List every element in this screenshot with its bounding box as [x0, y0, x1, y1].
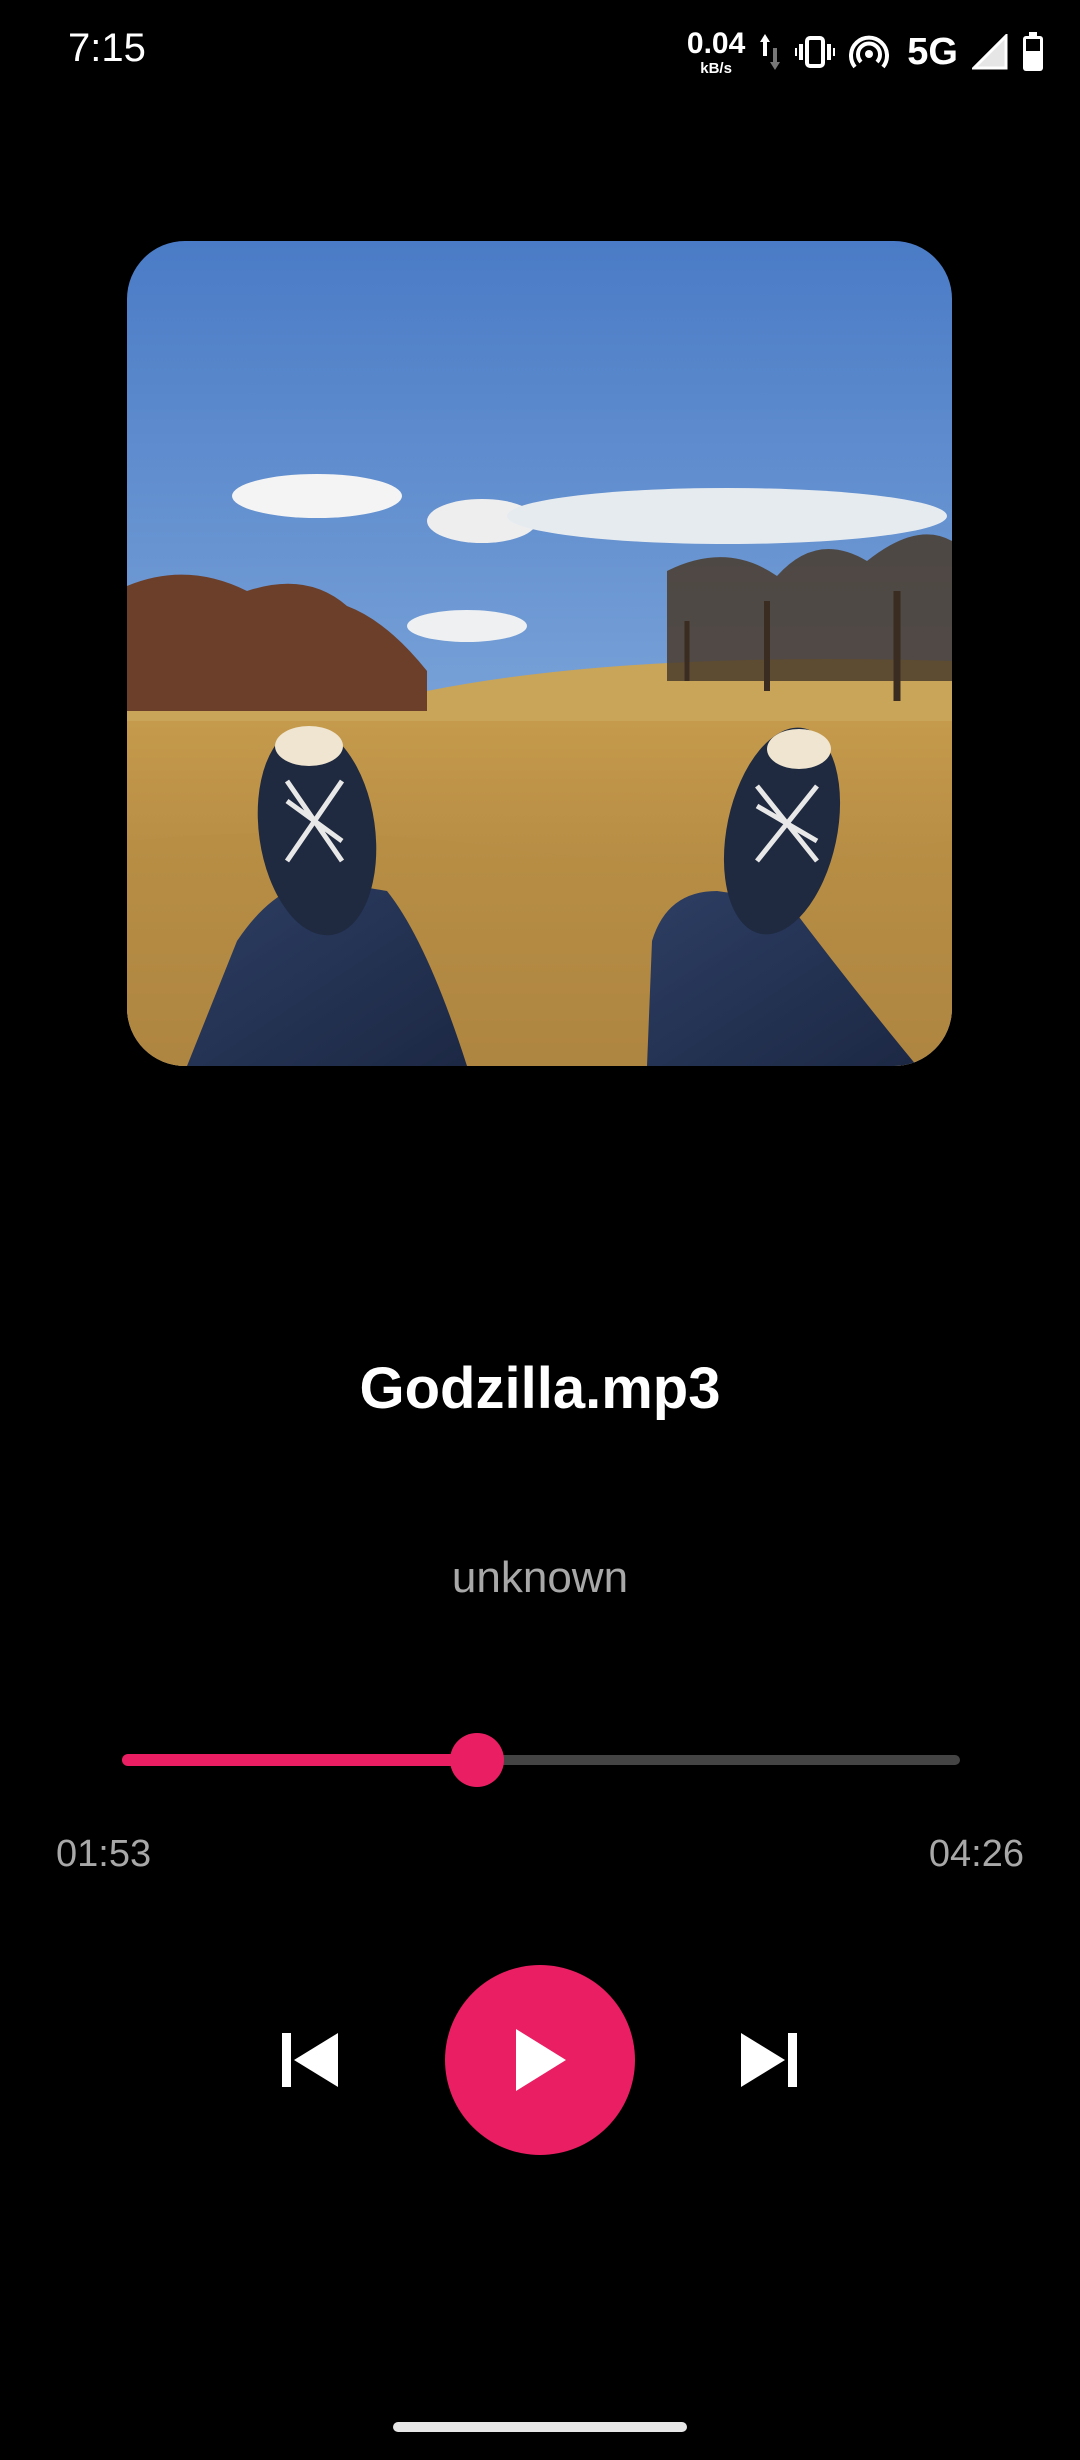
status-icons: 0.04 kB/s 5G: [687, 22, 1044, 82]
signal-icon: [972, 34, 1008, 70]
network-speed-unit: kB/s: [700, 59, 732, 77]
play-button[interactable]: [445, 1965, 635, 2155]
song-artist: unknown: [451, 1553, 629, 1602]
seek-thumb[interactable]: [450, 1733, 504, 1787]
skip-previous-icon: [282, 2033, 338, 2087]
battery-icon: [1022, 32, 1044, 72]
elapsed-time: 01:53: [56, 1833, 152, 1875]
song-title: Godzilla.mp3: [359, 1356, 721, 1421]
network-type-label: 5G: [907, 30, 958, 73]
upload-download-arrows-icon: [759, 30, 781, 74]
total-duration: 04:26: [928, 1833, 1024, 1875]
seek-bar[interactable]: [122, 1733, 960, 1787]
seek-progress: [122, 1754, 477, 1766]
skip-next-icon: [741, 2033, 797, 2087]
status-time: 7:15: [68, 26, 146, 70]
album-art-image: [127, 241, 952, 1066]
network-speed-value: 0.04: [686, 26, 746, 60]
hotspot-icon: [849, 32, 890, 72]
home-indicator[interactable]: [393, 2422, 687, 2432]
status-bar: 7:15 0.04 kB/s 5G: [0, 0, 1080, 100]
vibrate-icon: [795, 32, 836, 72]
play-icon: [516, 2029, 566, 2091]
next-button[interactable]: [719, 2010, 819, 2110]
network-speed: 0.04 kB/s: [686, 26, 746, 77]
previous-button[interactable]: [260, 2010, 360, 2110]
album-art: [127, 241, 952, 1066]
